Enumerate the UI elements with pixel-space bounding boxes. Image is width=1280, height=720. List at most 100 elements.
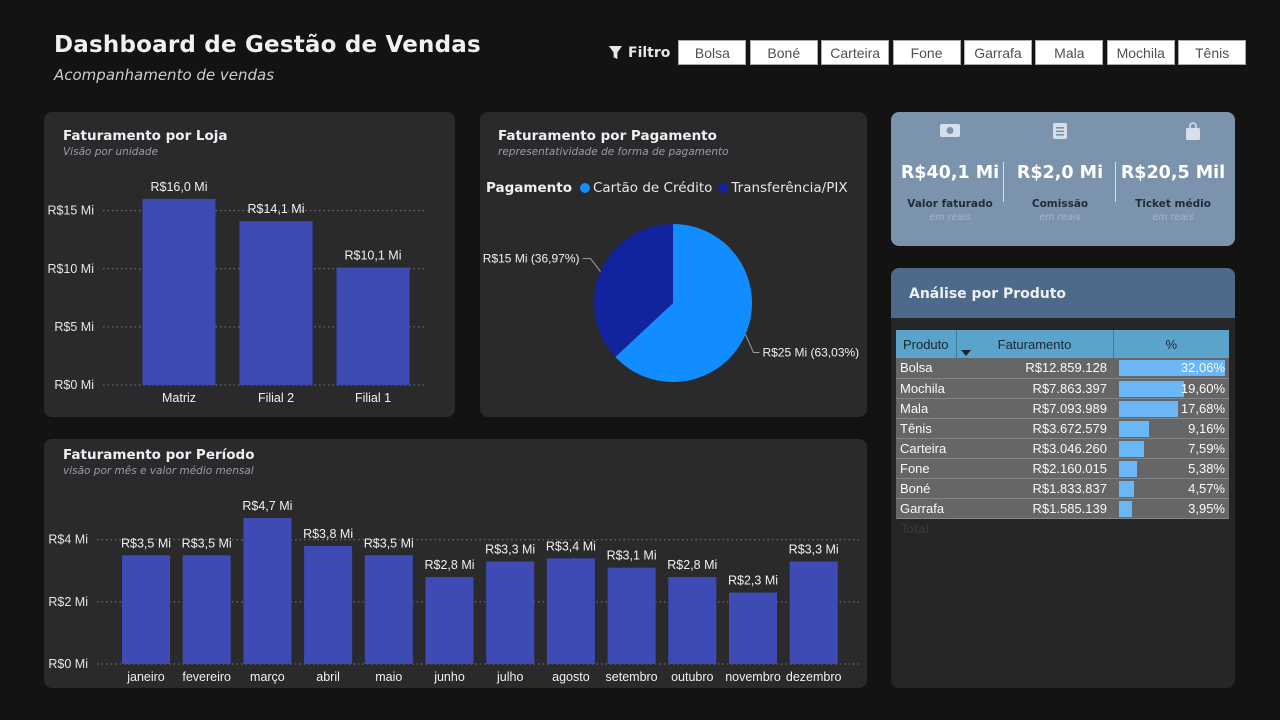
percent-value: 32,06% — [1180, 360, 1225, 376]
kpi-commission-unit: em reais — [1039, 212, 1081, 223]
filter-option-bolsa[interactable]: Bolsa — [678, 40, 747, 65]
percent-bar — [1119, 480, 1135, 497]
bar — [239, 221, 313, 385]
product-name-cell: Boné — [896, 478, 956, 499]
x-tick-label: junho — [433, 670, 465, 684]
filter-label-group: Filtro — [608, 45, 670, 61]
product-name-cell: Tênis — [896, 418, 956, 439]
data-label: R$2,8 Mi — [667, 558, 717, 572]
table-row[interactable]: Garrafa R$1.585.139 3,95% — [896, 498, 1229, 519]
table-row[interactable]: Tênis R$3.672.579 9,16% — [896, 418, 1229, 439]
filter-option-garrafa[interactable]: Garrafa — [963, 40, 1032, 65]
data-label: R$16,0 Mi — [151, 180, 208, 194]
y-tick-label: R$5 Mi — [54, 320, 94, 334]
product-percent-cell: 4,57% — [1113, 478, 1229, 499]
percent-bar — [1119, 380, 1184, 397]
y-tick-label: R$15 Mi — [47, 204, 94, 218]
sort-descending-icon[interactable] — [960, 350, 971, 356]
product-revenue-cell: R$7.863.397 — [956, 378, 1113, 399]
product-revenue-cell: R$2.160.015 — [956, 458, 1113, 479]
store-revenue-chart: R$0 Mi R$5 Mi R$15 Mi R$10 Mi R$16,0 Mi Matri… — [47, 180, 424, 405]
percent-bar — [1119, 460, 1137, 477]
x-tick-label: janeiro — [126, 670, 165, 684]
percent-bar — [1119, 440, 1145, 457]
payment-revenue-card: Faturamento por Pagamento representativi… — [480, 112, 867, 417]
percent-value: 4,57% — [1188, 480, 1225, 496]
filter-option-fone[interactable]: Fone — [892, 40, 961, 65]
table-row[interactable]: Mochila R$7.863.397 19,60% — [896, 378, 1229, 399]
data-label: R$3,3 Mi — [789, 542, 839, 556]
percent-bar — [1119, 420, 1150, 437]
filter-option-mala[interactable]: Mala — [1035, 40, 1104, 65]
filter-option-mochila[interactable]: Mochila — [1106, 40, 1175, 65]
column-header-faturamento-label: Faturamento — [997, 336, 1072, 352]
data-label: R$10,1 Mi — [345, 249, 402, 263]
bar — [546, 558, 595, 664]
kpi-divider — [1115, 162, 1116, 202]
bar — [425, 577, 474, 664]
kpi-commission-label: Comissão — [1031, 198, 1089, 210]
product-name-cell: Garrafa — [896, 498, 956, 519]
filter-option-tenis[interactable]: Tênis — [1178, 40, 1247, 65]
bar — [729, 592, 777, 664]
table-row[interactable]: Boné R$1.833.837 4,57% — [896, 478, 1229, 499]
leader-line — [582, 258, 601, 272]
x-tick-label: abril — [316, 670, 340, 684]
store-revenue-card: Faturamento por Loja Visão por unidade R… — [44, 112, 455, 417]
x-tick-label: agosto — [552, 670, 590, 684]
product-revenue-cell: R$12.859.128 — [956, 358, 1113, 379]
bar — [182, 555, 231, 664]
filter-option-bone[interactable]: Boné — [749, 40, 818, 65]
product-analysis-card: Análise por Produto Produto Faturamento … — [891, 268, 1235, 688]
column-header-produto[interactable]: Produto — [896, 330, 957, 358]
x-tick-label: dezembro — [786, 670, 842, 684]
product-revenue-cell: R$1.833.837 — [956, 478, 1113, 499]
product-analysis-header: Análise por Produto — [891, 268, 1235, 318]
product-name-cell: Mochila — [896, 378, 956, 399]
data-label: R$2,8 Mi — [424, 558, 474, 572]
percent-value: 3,95% — [1188, 500, 1225, 516]
product-table-body: Bolsa R$12.859.128 32,06% Mochila R$7.863.39… — [896, 358, 1229, 519]
product-name-cell: Bolsa — [896, 358, 956, 379]
kpi-card: R$40,1 Mi Valor faturado em reais R$2,0 … — [891, 112, 1235, 246]
product-revenue-cell: R$7.093.989 — [956, 398, 1113, 419]
product-percent-cell: 17,68% — [1113, 398, 1229, 419]
x-tick-label: Filial 2 — [258, 391, 294, 405]
kpi-revenue-label: Valor faturado — [907, 198, 993, 210]
data-label: R$3,4 Mi — [546, 539, 596, 553]
product-percent-cell: 5,38% — [1113, 458, 1229, 479]
product-name-cell: Fone — [896, 458, 956, 479]
table-row[interactable]: Bolsa R$12.859.128 32,06% — [896, 358, 1229, 379]
x-tick-label: novembro — [725, 670, 781, 684]
bar — [122, 555, 170, 664]
product-name-cell: Carteira — [896, 438, 956, 459]
column-header-percent[interactable]: % — [1113, 330, 1229, 358]
bar — [486, 561, 535, 664]
filter-option-carteira[interactable]: Carteira — [821, 40, 890, 65]
percent-value: 5,38% — [1188, 460, 1225, 476]
period-revenue-card: Faturamento por Período visão por mês e … — [44, 439, 867, 688]
kpi-revenue: R$40,1 Mi Valor faturado em reais — [894, 112, 1006, 246]
kpi-commission-value: R$2,0 Mi — [1016, 163, 1104, 183]
kpi-commission: R$2,0 Mi Comissão em reais — [1004, 112, 1116, 246]
column-header-faturamento[interactable]: Faturamento — [956, 330, 1114, 358]
product-percent-cell: 19,60% — [1113, 378, 1229, 399]
x-tick-label: outubro — [671, 670, 713, 684]
money-icon — [940, 124, 960, 137]
table-row[interactable]: Fone R$2.160.015 5,38% — [896, 458, 1229, 479]
page-title: Dashboard de Gestão de Vendas — [54, 32, 481, 58]
bar — [304, 545, 353, 664]
funnel-icon — [608, 45, 623, 60]
product-percent-cell: 9,16% — [1113, 418, 1229, 439]
table-row[interactable]: Mala R$7.093.989 17,68% — [896, 398, 1229, 419]
product-revenue-cell: R$1.585.139 — [956, 498, 1113, 519]
kpi-ticket-unit: em reais — [1152, 212, 1194, 223]
y-tick-label: R$10 Mi — [47, 262, 94, 276]
x-tick-label: fevereiro — [182, 670, 231, 684]
data-label: R$3,5 Mi — [364, 536, 414, 550]
document-icon — [1053, 123, 1067, 139]
page-subtitle: Acompanhamento de vendas — [54, 66, 275, 84]
x-tick-label: Matriz — [162, 391, 196, 405]
bar — [364, 555, 413, 664]
table-row[interactable]: Carteira R$3.046.260 7,59% — [896, 438, 1229, 459]
